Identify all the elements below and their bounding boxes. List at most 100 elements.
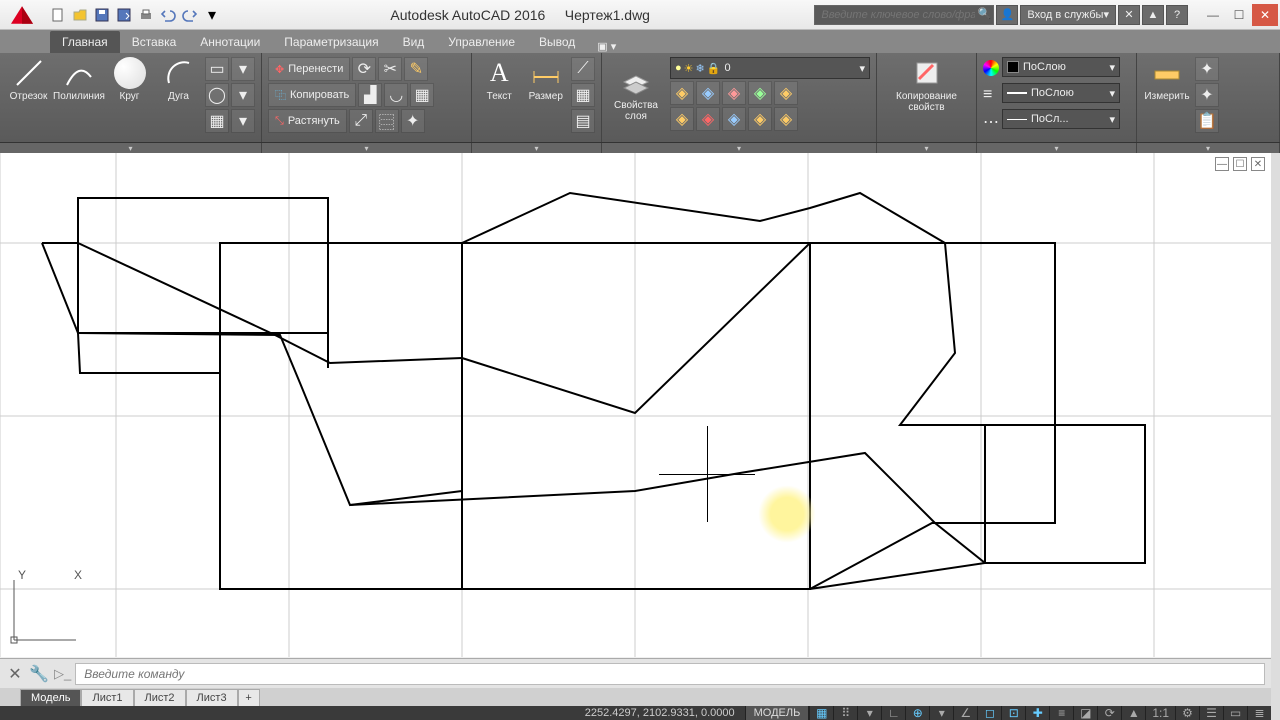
- util1-icon[interactable]: ✦: [1195, 57, 1219, 81]
- tab-annotations[interactable]: Аннотации: [188, 31, 272, 53]
- print-icon[interactable]: [136, 5, 156, 25]
- move-button[interactable]: ✥Перенести: [268, 57, 350, 81]
- ellipse-icon[interactable]: ◯: [205, 83, 229, 107]
- tab-home[interactable]: Главная: [50, 31, 120, 53]
- scale-icon[interactable]: ⤢: [349, 109, 373, 133]
- li10[interactable]: ◈: [774, 107, 798, 131]
- scale-label[interactable]: 1:1: [1145, 706, 1175, 720]
- li4[interactable]: ◈: [748, 81, 772, 105]
- util2-icon[interactable]: ✦: [1195, 83, 1219, 107]
- rotate-icon[interactable]: ⟳: [352, 57, 376, 81]
- array2-icon[interactable]: ⿳: [375, 109, 399, 133]
- snap-icon[interactable]: ⠿: [833, 706, 857, 720]
- tab-model[interactable]: Модель: [20, 689, 81, 706]
- ortho-icon[interactable]: ∟: [881, 706, 905, 720]
- exchange-icon[interactable]: ✕: [1118, 5, 1140, 25]
- osnap-icon[interactable]: ◻: [977, 706, 1001, 720]
- tab-manage[interactable]: Управление: [436, 31, 527, 53]
- tab-insert[interactable]: Вставка: [120, 31, 189, 53]
- li5[interactable]: ◈: [774, 81, 798, 105]
- a360-icon[interactable]: ▲: [1142, 5, 1164, 25]
- drawing-canvas[interactable]: — ☐ ✕ Y X: [0, 153, 1271, 657]
- dimension-button[interactable]: Размер: [525, 57, 568, 102]
- custom-icon[interactable]: ≣: [1247, 706, 1271, 720]
- linetype-combo[interactable]: ПоСл...▾: [1002, 109, 1120, 129]
- li6[interactable]: ◈: [670, 107, 694, 131]
- vp-max-icon[interactable]: ☐: [1233, 157, 1247, 171]
- cmd-config-icon[interactable]: 🔧: [30, 665, 48, 683]
- command-input[interactable]: [75, 663, 1265, 685]
- dyn-icon[interactable]: ✚: [1025, 706, 1049, 720]
- app-logo[interactable]: [0, 0, 44, 30]
- panel-exp-props[interactable]: ▾: [977, 143, 1137, 153]
- tab-sheet3[interactable]: Лист3: [186, 689, 238, 706]
- polar-icon[interactable]: ⊕: [905, 706, 929, 720]
- layer-combo[interactable]: ●☀❄🔒 0 ▾: [670, 57, 870, 79]
- panel-exp-util[interactable]: ▾: [1137, 143, 1280, 153]
- lineweight-combo[interactable]: ПоСлою▾: [1002, 83, 1120, 103]
- tab-output[interactable]: Вывод: [527, 31, 587, 53]
- panel-exp-draw[interactable]: ▾: [0, 143, 262, 153]
- panel-exp-modify[interactable]: ▾: [262, 143, 472, 153]
- tab-overflow[interactable]: ▣ ▾: [597, 40, 616, 53]
- clean-icon[interactable]: ▭: [1223, 706, 1247, 720]
- li1[interactable]: ◈: [670, 81, 694, 105]
- measure-button[interactable]: Измерить: [1143, 57, 1191, 102]
- fillet-icon[interactable]: ◡: [384, 83, 408, 107]
- save-icon[interactable]: [92, 5, 112, 25]
- table-icon[interactable]: ▦: [571, 83, 595, 107]
- ann-icon[interactable]: ▲: [1121, 706, 1145, 720]
- tab-add[interactable]: +: [238, 689, 260, 706]
- layer-props-button[interactable]: Свойства слоя: [608, 66, 664, 122]
- mirror-icon[interactable]: ▟: [358, 83, 382, 107]
- color-wheel-icon[interactable]: [983, 60, 999, 76]
- snap-dd[interactable]: ▾: [857, 706, 881, 720]
- saveas-icon[interactable]: [114, 5, 134, 25]
- li9[interactable]: ◈: [748, 107, 772, 131]
- stayconnected-icon[interactable]: 👤: [996, 5, 1018, 25]
- arc-button[interactable]: Дуга: [156, 57, 201, 102]
- maximize-button[interactable]: ☐: [1226, 4, 1252, 26]
- li3[interactable]: ◈: [722, 81, 746, 105]
- stretch-button[interactable]: ⤡Растянуть: [268, 109, 347, 133]
- dd1[interactable]: ▾: [231, 57, 255, 81]
- circle-button[interactable]: Круг: [107, 57, 152, 102]
- color-combo[interactable]: ПоСлою▾: [1002, 57, 1120, 77]
- explode-icon[interactable]: ✦: [401, 109, 425, 133]
- copy-button[interactable]: ⿻Копировать: [268, 83, 356, 107]
- tab-sheet2[interactable]: Лист2: [134, 689, 186, 706]
- close-button[interactable]: ✕: [1252, 4, 1278, 26]
- trim-icon[interactable]: ✂: [378, 57, 402, 81]
- li8[interactable]: ◈: [722, 107, 746, 131]
- li7[interactable]: ◈: [696, 107, 720, 131]
- dd3[interactable]: ▾: [231, 109, 255, 133]
- open-icon[interactable]: [70, 5, 90, 25]
- array-icon[interactable]: ▦: [410, 83, 434, 107]
- tab-parametric[interactable]: Параметризация: [272, 31, 390, 53]
- redo-icon[interactable]: [180, 5, 200, 25]
- dd2[interactable]: ▾: [231, 83, 255, 107]
- polar-dd[interactable]: ▾: [929, 706, 953, 720]
- cycl-icon[interactable]: ⟳: [1097, 706, 1121, 720]
- rect-icon[interactable]: ▭: [205, 57, 229, 81]
- gear-icon[interactable]: ⚙: [1175, 706, 1199, 720]
- line-button[interactable]: Отрезок: [6, 57, 51, 102]
- polyline-button[interactable]: Полилиния: [55, 57, 103, 102]
- hatch-icon[interactable]: ▦: [205, 109, 229, 133]
- undo-icon[interactable]: [158, 5, 178, 25]
- trans-icon[interactable]: ◪: [1073, 706, 1097, 720]
- leader-icon[interactable]: ⟋: [571, 57, 595, 81]
- help-icon[interactable]: ?: [1166, 5, 1188, 25]
- search-input[interactable]: [814, 5, 994, 25]
- panel-exp-annot[interactable]: ▾: [472, 143, 602, 153]
- paste-icon[interactable]: 📋: [1195, 109, 1219, 133]
- tab-sheet1[interactable]: Лист1: [81, 689, 133, 706]
- panel-exp-block[interactable]: ▾: [877, 143, 977, 153]
- vp-min-icon[interactable]: —: [1215, 157, 1229, 171]
- grid-icon[interactable]: ▦: [809, 706, 833, 720]
- ws-icon[interactable]: ☰: [1199, 706, 1223, 720]
- qat-dropdown-icon[interactable]: ▾: [202, 5, 222, 25]
- space-toggle[interactable]: МОДЕЛЬ: [745, 706, 810, 720]
- matchprops-button[interactable]: Копирование свойств: [883, 57, 970, 113]
- cmd-close-icon[interactable]: ✕: [6, 665, 24, 683]
